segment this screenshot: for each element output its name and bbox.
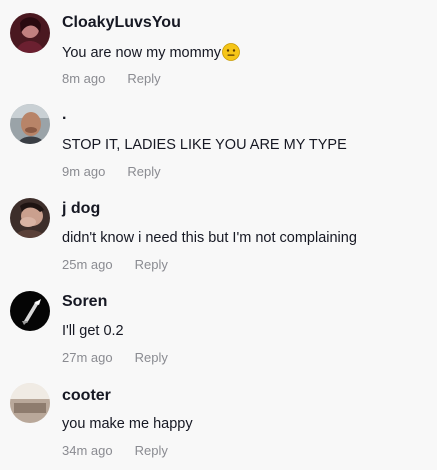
comment-username[interactable]: . [62,106,66,124]
reply-button[interactable]: Reply [127,164,160,179]
comment-text: I'll get 0.2 [62,323,124,339]
avatar-image [10,291,50,331]
neutral-face-emoji-icon [222,43,240,61]
comment-meta: 8m ago Reply [62,71,161,86]
comment-text: You are now my mommy [62,43,240,61]
avatar[interactable] [10,13,50,53]
reply-button[interactable]: Reply [127,71,160,86]
comment-username[interactable]: CloakyLuvsYou [62,14,181,32]
comment-time: 25m ago [62,257,113,272]
comment-time: 8m ago [62,71,106,86]
comment-item: j dog didn't know i need this but I'm no… [0,186,437,279]
reply-button[interactable]: Reply [135,257,168,272]
comment-text: STOP IT, LADIES LIKE YOU ARE MY TYPE [62,137,347,153]
avatar-image [10,383,50,423]
avatar-image [10,198,50,238]
reply-button[interactable]: Reply [135,443,168,458]
comment-time: 27m ago [62,350,113,365]
comment-time: 9m ago [62,164,106,179]
comment-meta: 27m ago Reply [62,350,168,365]
comment-username[interactable]: Soren [62,293,107,311]
avatar-image [10,13,50,53]
comment-text: didn't know i need this but I'm not comp… [62,230,357,246]
avatar[interactable] [10,104,50,144]
comment-meta: 25m ago Reply [62,257,168,272]
avatar[interactable] [10,383,50,423]
avatar[interactable] [10,198,50,238]
comment-item: CloakyLuvsYou You are now my mommy 8m ag… [0,0,437,93]
reply-button[interactable]: Reply [135,350,168,365]
avatar-image [10,104,50,144]
comment-item: Soren I'll get 0.2 27m ago Reply [0,279,437,372]
comment-time: 34m ago [62,443,113,458]
comment-item: cooter you make me happy 34m ago Reply [0,372,437,470]
comment-meta: 34m ago Reply [62,443,168,458]
comment-username[interactable]: j dog [62,200,100,218]
comment-text: you make me happy [62,416,193,432]
comment-username[interactable]: cooter [62,387,111,405]
comment-text-content: You are now my mommy [62,45,222,61]
comment-meta: 9m ago Reply [62,164,161,179]
comment-item: . STOP IT, LADIES LIKE YOU ARE MY TYPE 9… [0,93,437,186]
avatar[interactable] [10,291,50,331]
